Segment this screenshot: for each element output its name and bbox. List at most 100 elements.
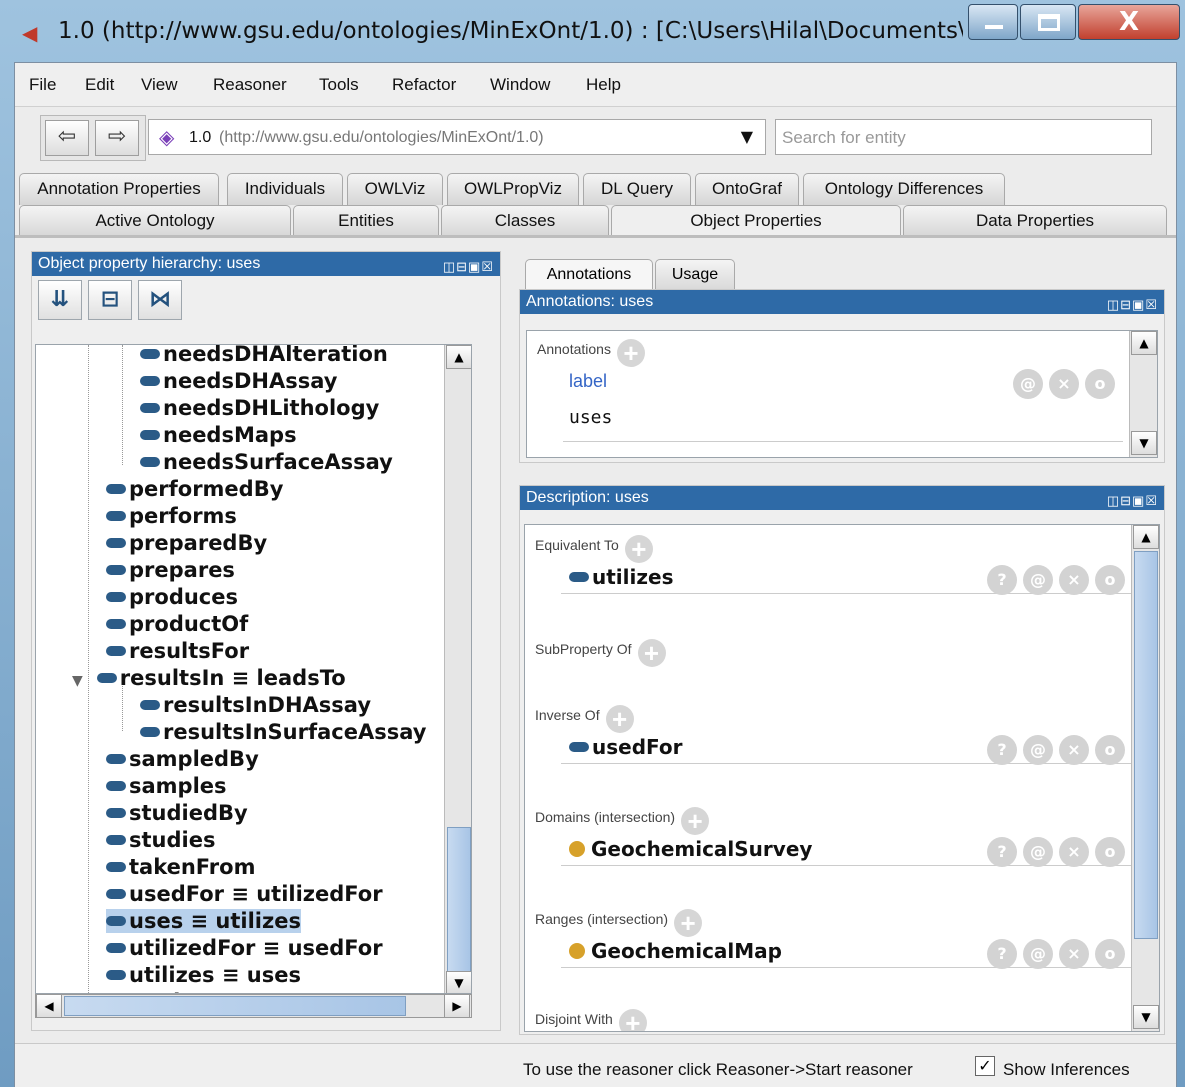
tab-owlpropviz[interactable]: OWLPropViz bbox=[447, 173, 579, 205]
tree-item[interactable]: usedFor ≡ utilizedFor bbox=[106, 882, 383, 906]
tree-item[interactable]: needsDHLithology bbox=[140, 396, 379, 420]
tree-item[interactable]: performs bbox=[106, 504, 237, 528]
menu-file[interactable]: File bbox=[29, 75, 56, 95]
tree-item[interactable]: performedBy bbox=[106, 477, 283, 501]
scroll-up-icon[interactable]: ▲ bbox=[446, 345, 471, 369]
tree-item[interactable]: needsMaps bbox=[140, 423, 297, 447]
add-inverse-icon[interactable]: + bbox=[605, 705, 634, 733]
add-range-icon[interactable]: + bbox=[674, 909, 703, 937]
menu-refactor[interactable]: Refactor bbox=[392, 75, 456, 95]
edit-icon[interactable]: o bbox=[1095, 735, 1125, 765]
range-entity[interactable]: GeochemicalMap bbox=[569, 939, 782, 963]
scroll-up-icon[interactable]: ▲ bbox=[1133, 525, 1159, 549]
menu-window[interactable]: Window bbox=[490, 75, 550, 95]
tree-item[interactable]: utilizes ≡ uses bbox=[106, 963, 301, 987]
add-sibling-icon[interactable]: ⊟ bbox=[88, 280, 132, 320]
edit-icon[interactable]: o bbox=[1095, 939, 1125, 969]
delete-icon[interactable]: × bbox=[1049, 369, 1079, 399]
tree-item[interactable]: ▼ resultsIn ≡ leadsTo bbox=[72, 666, 346, 690]
scroll-down-icon[interactable]: ▼ bbox=[446, 971, 471, 993]
description-vscrollbar[interactable]: ▲ ▼ bbox=[1131, 525, 1159, 1031]
tab-annotation-properties[interactable]: Annotation Properties bbox=[19, 173, 219, 205]
delete-icon[interactable]: × bbox=[1059, 735, 1089, 765]
back-arrow-icon[interactable]: ⇦ bbox=[45, 120, 89, 156]
edit-icon[interactable]: o bbox=[1085, 369, 1115, 399]
tab-ontology-differences[interactable]: Ontology Differences bbox=[803, 173, 1005, 205]
explain-icon[interactable]: ? bbox=[987, 939, 1017, 969]
forward-arrow-icon[interactable]: ⇨ bbox=[95, 120, 139, 156]
tab-classes[interactable]: Classes bbox=[441, 205, 609, 237]
tab-active-ontology[interactable]: Active Ontology bbox=[19, 205, 291, 237]
scroll-thumb[interactable] bbox=[447, 827, 471, 983]
minimize-button[interactable] bbox=[968, 4, 1018, 40]
menu-tools[interactable]: Tools bbox=[319, 75, 359, 95]
delete-icon[interactable]: × bbox=[1059, 565, 1089, 595]
annotation-property[interactable]: label bbox=[569, 371, 607, 392]
delete-icon[interactable]: × bbox=[1059, 837, 1089, 867]
tree-item[interactable]: studies bbox=[106, 828, 215, 852]
delete-property-icon[interactable]: ⋈ bbox=[138, 280, 182, 320]
tree-item[interactable]: studiedBy bbox=[106, 801, 248, 825]
add-disjoint-icon[interactable]: + bbox=[618, 1009, 647, 1031]
edit-icon[interactable]: o bbox=[1095, 565, 1125, 595]
annotate-icon[interactable]: @ bbox=[1023, 837, 1053, 867]
tab-individuals[interactable]: Individuals bbox=[227, 173, 343, 205]
tree-item[interactable]: resultsFor bbox=[106, 639, 249, 663]
tree-item[interactable]: utilizedFor ≡ usedFor bbox=[106, 936, 383, 960]
menu-reasoner[interactable]: Reasoner bbox=[213, 75, 287, 95]
dropdown-arrow-icon[interactable]: ▼ bbox=[741, 127, 753, 146]
tree-vscrollbar[interactable]: ▲ ▼ bbox=[444, 345, 471, 993]
tree-item[interactable]: preparedBy bbox=[106, 531, 267, 555]
menu-help[interactable]: Help bbox=[586, 75, 621, 95]
annotate-icon[interactable]: @ bbox=[1023, 939, 1053, 969]
maximize-button[interactable] bbox=[1020, 4, 1076, 40]
tab-dl-query[interactable]: DL Query bbox=[583, 173, 691, 205]
tab-data-properties[interactable]: Data Properties bbox=[903, 205, 1167, 237]
delete-icon[interactable]: × bbox=[1059, 939, 1089, 969]
tree-item[interactable]: productOf bbox=[106, 612, 248, 636]
tree-item[interactable]: needsDHAlteration bbox=[140, 345, 388, 366]
menu-view[interactable]: View bbox=[141, 75, 178, 95]
edit-icon[interactable]: o bbox=[1095, 837, 1125, 867]
annotate-icon[interactable]: @ bbox=[1013, 369, 1043, 399]
show-inferences-label[interactable]: Show Inferences bbox=[1003, 1060, 1130, 1080]
annotate-icon[interactable]: @ bbox=[1023, 735, 1053, 765]
tab-usage[interactable]: Usage bbox=[655, 259, 735, 291]
annotations-vscrollbar[interactable]: ▲ ▼ bbox=[1129, 331, 1157, 457]
add-subproperty-icon[interactable]: ⇊ bbox=[38, 280, 82, 320]
explain-icon[interactable]: ? bbox=[987, 565, 1017, 595]
tree-item[interactable]: needsDHAssay bbox=[140, 369, 337, 393]
expand-triangle-icon[interactable]: ▼ bbox=[72, 673, 83, 689]
tree-item[interactable]: needsSurfaceAssay bbox=[140, 450, 393, 474]
annotate-icon[interactable]: @ bbox=[1023, 565, 1053, 595]
tree-hscrollbar[interactable]: ◀ ▶ bbox=[35, 994, 472, 1018]
close-button[interactable]: X bbox=[1078, 4, 1180, 40]
scroll-up-icon[interactable]: ▲ bbox=[1131, 331, 1157, 355]
tree-item[interactable]: samples bbox=[106, 774, 227, 798]
equivalent-entity[interactable]: utilizes bbox=[569, 565, 673, 589]
tree-item-selected[interactable]: uses ≡ utilizes bbox=[106, 909, 301, 933]
panel-controls-icon[interactable]: ◫⊟▣☒ bbox=[1107, 293, 1158, 317]
tree-item[interactable]: sampledBy bbox=[106, 747, 259, 771]
scroll-down-icon[interactable]: ▼ bbox=[1131, 431, 1157, 455]
tab-ontograf[interactable]: OntoGraf bbox=[695, 173, 799, 205]
tree-item[interactable]: resultsInDHAssay bbox=[140, 693, 371, 717]
inverse-entity[interactable]: usedFor bbox=[569, 735, 682, 759]
tree-item[interactable]: produces bbox=[106, 585, 238, 609]
tree-item[interactable]: takenFrom bbox=[106, 855, 255, 879]
domain-entity[interactable]: GeochemicalSurvey bbox=[569, 837, 812, 861]
add-equivalent-icon[interactable]: + bbox=[624, 535, 653, 563]
panel-controls-icon[interactable]: ◫⊟▣☒ bbox=[1107, 489, 1158, 513]
hscroll-thumb[interactable] bbox=[64, 996, 406, 1016]
tab-entities[interactable]: Entities bbox=[293, 205, 439, 237]
explain-icon[interactable]: ? bbox=[987, 735, 1017, 765]
scroll-right-icon[interactable]: ▶ bbox=[444, 994, 470, 1018]
explain-icon[interactable]: ? bbox=[987, 837, 1017, 867]
tab-object-properties[interactable]: Object Properties bbox=[611, 205, 901, 237]
tree-item[interactable]: resultsInSurfaceAssay bbox=[140, 720, 426, 744]
add-subproperty-of-icon[interactable]: + bbox=[637, 639, 666, 667]
add-domain-icon[interactable]: + bbox=[681, 807, 710, 835]
tree-item[interactable]: prepares bbox=[106, 558, 235, 582]
menu-edit[interactable]: Edit bbox=[85, 75, 114, 95]
tab-owlviz[interactable]: OWLViz bbox=[347, 173, 443, 205]
